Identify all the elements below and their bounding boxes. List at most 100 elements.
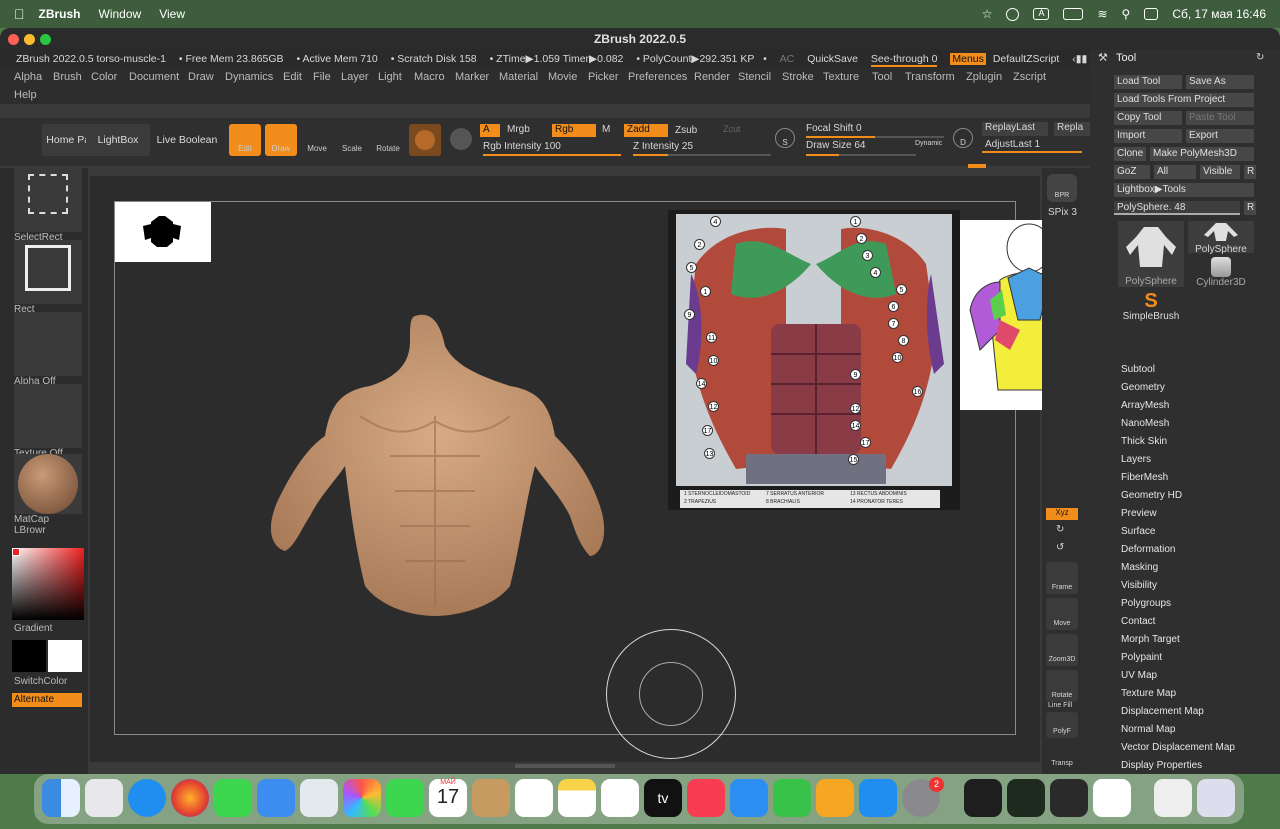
subpalette-display-properties[interactable]: Display Properties bbox=[1121, 760, 1202, 771]
activity-monitor-icon[interactable] bbox=[1007, 779, 1045, 817]
menu-texture[interactable]: Texture bbox=[823, 71, 859, 83]
edit-button[interactable]: Edit bbox=[229, 124, 261, 156]
layout-icons[interactable]: ‹▮▮ ‹▮▮ ⇵▦ ⇅▦ bbox=[1072, 53, 1090, 65]
color-picker[interactable] bbox=[12, 548, 84, 620]
reminders-icon[interactable] bbox=[515, 779, 553, 817]
goz-button[interactable]: GoZ bbox=[1114, 165, 1150, 179]
navigator-thumbnail[interactable] bbox=[115, 202, 211, 262]
subpalette-visibility[interactable]: Visibility bbox=[1121, 580, 1157, 591]
menu-layer[interactable]: Layer bbox=[341, 71, 369, 83]
subpalette-preview[interactable]: Preview bbox=[1121, 508, 1157, 519]
zbrush-launcher-icon[interactable] bbox=[1050, 779, 1088, 817]
load-tools-from-project-button[interactable]: Load Tools From Project bbox=[1114, 93, 1254, 107]
menu-edit[interactable]: Edit bbox=[283, 71, 302, 83]
subpalette-surface[interactable]: Surface bbox=[1121, 526, 1155, 537]
menu-movie[interactable]: Movie bbox=[548, 71, 577, 83]
facetime-icon[interactable] bbox=[386, 779, 424, 817]
polyf-button[interactable]: PolyF bbox=[1046, 712, 1078, 738]
menu-transform[interactable]: Transform bbox=[905, 71, 955, 83]
menus-toggle[interactable]: Menus bbox=[950, 53, 986, 65]
copy-tool-button[interactable]: Copy Tool bbox=[1114, 111, 1182, 125]
menu-stencil[interactable]: Stencil bbox=[738, 71, 771, 83]
menu-help[interactable]: Help bbox=[14, 89, 37, 101]
maps-icon[interactable] bbox=[300, 779, 338, 817]
rotate-axis-icon[interactable]: ↺ bbox=[1056, 542, 1064, 553]
z-intensity-slider[interactable] bbox=[633, 154, 771, 156]
polysphere-slider[interactable]: PolySphere. 48 bbox=[1114, 201, 1240, 215]
menu-zplugin[interactable]: Zplugin bbox=[966, 71, 1002, 83]
subpalette-uv-map[interactable]: UV Map bbox=[1121, 670, 1157, 681]
menu-zscript[interactable]: Zscript bbox=[1013, 71, 1046, 83]
spotlight-icon[interactable]: ⚲ bbox=[1122, 7, 1131, 21]
palette-float-icon[interactable]: ↻ bbox=[1256, 52, 1264, 63]
stroke-selector-icon[interactable] bbox=[450, 128, 472, 150]
subpalette-normal-map[interactable]: Normal Map bbox=[1121, 724, 1175, 735]
subpalette-geometry-hd[interactable]: Geometry HD bbox=[1121, 490, 1182, 501]
calendar-icon[interactable]: МАЙ 17 bbox=[429, 779, 467, 817]
ac-label[interactable]: AC bbox=[780, 53, 795, 65]
menu-picker[interactable]: Picker bbox=[588, 71, 619, 83]
make-polymesh3d-button[interactable]: Make PolyMesh3D bbox=[1150, 147, 1254, 161]
save-as-button[interactable]: Save As bbox=[1186, 75, 1254, 89]
app-menu[interactable]: ZBrush bbox=[39, 7, 81, 21]
app-store-icon[interactable] bbox=[859, 779, 897, 817]
live-boolean-button[interactable]: Live Boolean bbox=[154, 124, 220, 156]
scale-button[interactable]: Scale bbox=[336, 124, 368, 156]
music-icon[interactable] bbox=[687, 779, 725, 817]
subpalette-arraymesh[interactable]: ArrayMesh bbox=[1121, 400, 1169, 411]
subpalette-masking[interactable]: Masking bbox=[1121, 562, 1158, 573]
subpalette-nanomesh[interactable]: NanoMesh bbox=[1121, 418, 1169, 429]
brush-selector[interactable] bbox=[409, 124, 441, 156]
frame-button[interactable]: Frame bbox=[1046, 562, 1078, 594]
tool-thumb-polysphere[interactable]: PolySphere bbox=[1188, 221, 1254, 255]
terminal-icon[interactable] bbox=[964, 779, 1002, 817]
replace-button[interactable]: Repla bbox=[1054, 122, 1090, 136]
minimize-window-button[interactable] bbox=[24, 34, 35, 45]
system-settings-icon[interactable]: 2 bbox=[902, 777, 944, 817]
gradient-label[interactable]: Gradient bbox=[14, 623, 52, 634]
play-icon[interactable] bbox=[1006, 7, 1020, 21]
control-center-icon[interactable] bbox=[1144, 8, 1159, 20]
tool-thumb-cylinder3d[interactable]: Cylinder3D bbox=[1188, 257, 1254, 289]
input-source-icon[interactable]: A bbox=[1033, 8, 1050, 20]
texture-selector[interactable]: Texture Off bbox=[14, 384, 82, 459]
safari-icon[interactable] bbox=[128, 779, 166, 817]
zoom3d-button[interactable]: Zoom3D bbox=[1046, 634, 1078, 666]
subpalette-deformation[interactable]: Deformation bbox=[1121, 544, 1175, 555]
documents-icon[interactable] bbox=[1154, 779, 1192, 817]
mail-icon[interactable] bbox=[257, 779, 295, 817]
menu-marker[interactable]: Marker bbox=[455, 71, 489, 83]
secondary-color-swatch[interactable] bbox=[12, 640, 46, 672]
pages-icon[interactable] bbox=[816, 779, 854, 817]
dynamic-toggle[interactable]: Dynamic bbox=[915, 140, 942, 147]
clock[interactable]: Сб, 17 мая 16:46 bbox=[1172, 7, 1266, 21]
lightbox-button[interactable]: LightBox bbox=[86, 124, 150, 156]
rotate-view-button[interactable]: Rotate bbox=[1046, 670, 1078, 702]
export-button[interactable]: Export bbox=[1186, 129, 1254, 143]
adjust-last-slider[interactable]: AdjustLast 1 bbox=[982, 139, 1082, 153]
finder-icon[interactable] bbox=[42, 779, 80, 817]
bpr-button[interactable]: BPR bbox=[1047, 174, 1077, 202]
alternate-button[interactable]: Alternate bbox=[12, 693, 82, 707]
menu-material[interactable]: Material bbox=[499, 71, 538, 83]
menu-draw[interactable]: Draw bbox=[188, 71, 214, 83]
m-toggle[interactable]: M bbox=[602, 124, 610, 135]
menu-window[interactable]: Window bbox=[99, 7, 142, 21]
menu-alpha[interactable]: Alpha bbox=[14, 71, 42, 83]
menu-stroke[interactable]: Stroke bbox=[782, 71, 814, 83]
subpalette-subtool[interactable]: Subtool bbox=[1121, 364, 1155, 375]
subpalette-geometry[interactable]: Geometry bbox=[1121, 382, 1165, 393]
rotate-button[interactable]: Rotate bbox=[372, 124, 404, 156]
rect-stroke[interactable]: Rect bbox=[14, 240, 82, 315]
import-button[interactable]: Import bbox=[1114, 129, 1182, 143]
default-zscript[interactable]: DefaultZScript bbox=[993, 53, 1060, 65]
draw-button[interactable]: Draw bbox=[265, 124, 297, 156]
launchpad-icon[interactable] bbox=[85, 779, 123, 817]
zoom-window-button[interactable] bbox=[40, 34, 51, 45]
zbrush-icon[interactable] bbox=[1093, 779, 1131, 817]
move-view-button[interactable]: Move bbox=[1046, 598, 1078, 630]
appletv-icon[interactable]: tv bbox=[644, 779, 682, 817]
goz-visible-button[interactable]: Visible bbox=[1200, 165, 1240, 179]
menu-brush[interactable]: Brush bbox=[53, 71, 82, 83]
zadd-toggle[interactable]: Zadd bbox=[624, 124, 668, 137]
